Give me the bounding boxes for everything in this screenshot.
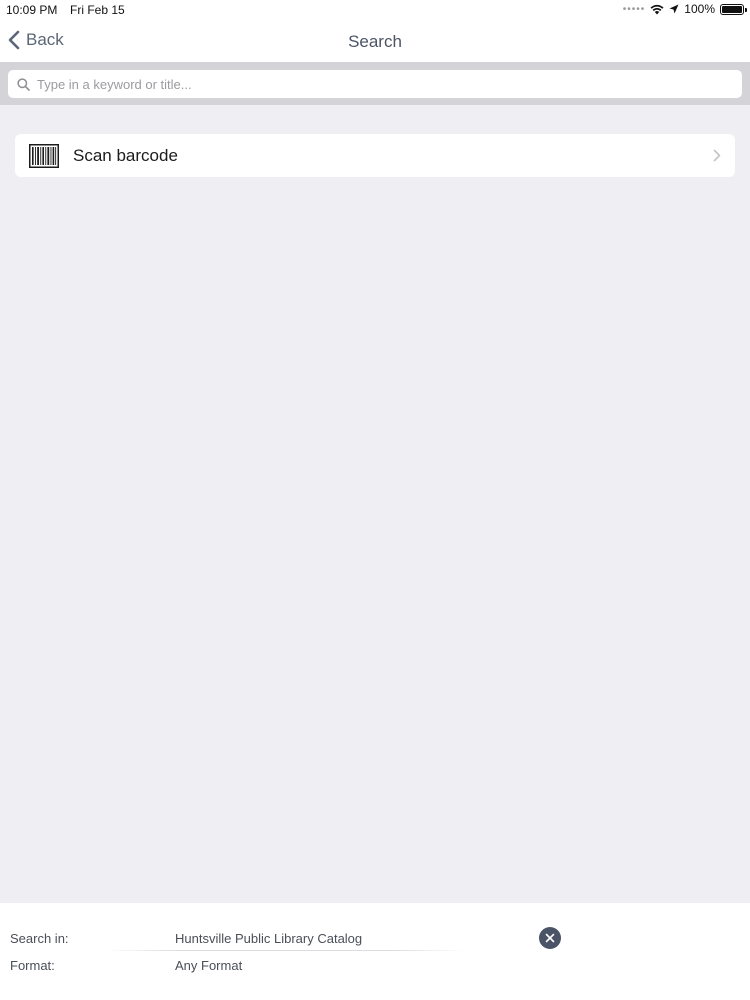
status-bar: 10:09 PM Fri Feb 15 ••••• 100% <box>0 0 750 20</box>
search-bar-container <box>0 62 750 105</box>
status-indicators: ••••• 100% <box>622 2 747 16</box>
clear-button[interactable] <box>539 927 561 949</box>
scan-barcode-label: Scan barcode <box>73 145 178 165</box>
search-field[interactable] <box>8 70 742 98</box>
navigation-bar: Back Search <box>0 20 750 62</box>
status-date: Fri Feb 15 <box>70 3 125 17</box>
search-input[interactable] <box>37 76 742 92</box>
footer-divider <box>105 950 465 951</box>
cellular-signal-icon: ••••• <box>622 3 646 15</box>
battery-fill <box>722 5 742 13</box>
search-icon <box>17 77 30 91</box>
close-icon <box>545 933 555 943</box>
chevron-right-icon <box>713 149 721 162</box>
search-in-value[interactable]: Huntsville Public Library Catalog <box>175 931 362 946</box>
format-value[interactable]: Any Format <box>175 958 242 973</box>
status-time: 10:09 PM <box>6 3 58 17</box>
search-options-footer: Search in: Huntsville Public Library Cat… <box>0 903 750 1000</box>
scan-barcode-item[interactable]: Scan barcode <box>15 134 735 177</box>
battery-percent: 100% <box>684 2 715 16</box>
battery-icon <box>720 3 747 15</box>
location-arrow-icon <box>669 4 679 14</box>
search-in-label: Search in: <box>10 931 69 946</box>
barcode-icon <box>29 143 59 168</box>
page-title: Search <box>348 32 402 51</box>
wifi-icon <box>650 4 664 14</box>
format-label: Format: <box>10 958 55 973</box>
